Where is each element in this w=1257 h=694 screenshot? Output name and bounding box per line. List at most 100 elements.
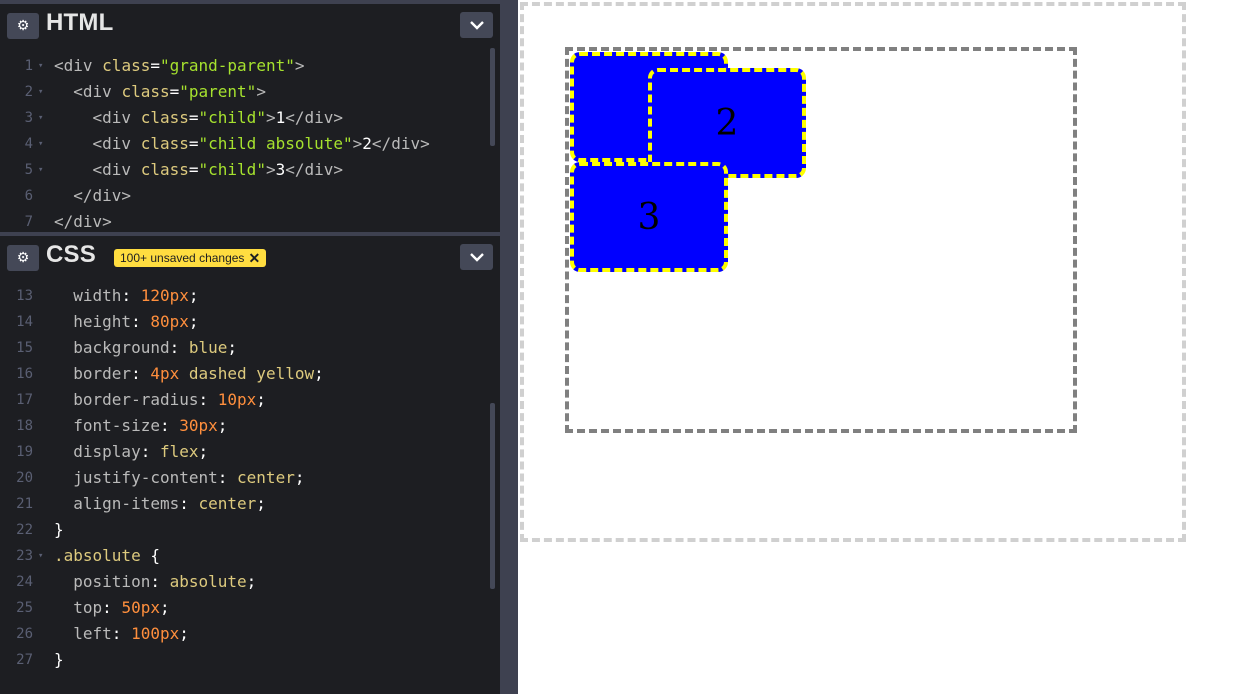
child-3-label: 3: [637, 196, 661, 238]
code-text: left: 100px;: [54, 621, 189, 647]
css-scrollbar[interactable]: [490, 403, 495, 589]
code-token: ;: [314, 364, 324, 383]
code-line[interactable]: 15 background: blue;: [0, 335, 500, 361]
code-token: :: [131, 364, 151, 383]
code-line[interactable]: 2 ▾ <div class="parent">: [0, 79, 500, 105]
code-line[interactable]: 1 ▾ <div class="grand-parent">: [0, 53, 500, 79]
html-code-area[interactable]: 1 ▾ <div class="grand-parent"> 2 ▾ <div clas…: [0, 53, 500, 231]
css-pane-title: CSS: [46, 241, 96, 268]
code-text: border-radius: 10px;: [54, 387, 266, 413]
code-line[interactable]: 21 align-items: center;: [0, 491, 500, 517]
code-text: }: [54, 647, 64, 673]
line-number: 23: [16, 548, 33, 564]
line-number: 25: [16, 600, 33, 616]
code-token: absolute: [169, 572, 247, 591]
result-preview: 2 3: [518, 0, 1257, 694]
child-2-label: 2: [715, 102, 739, 144]
line-number: 2: [24, 84, 33, 100]
child-3-box: 3: [570, 162, 728, 272]
code-line[interactable]: 27}: [0, 647, 500, 673]
code-token: 3: [275, 160, 286, 179]
fold-arrow-icon[interactable]: ▾: [38, 105, 43, 131]
fold-arrow-icon[interactable]: ▾: [38, 543, 43, 569]
code-token: =: [188, 160, 199, 179]
fold-arrow-icon[interactable]: ▾: [38, 53, 43, 79]
line-number: 19: [16, 444, 33, 460]
html-scrollbar[interactable]: [490, 48, 495, 146]
code-token: "parent": [179, 82, 257, 101]
code-text: background: blue;: [54, 335, 237, 361]
code-line[interactable]: 6 </div>: [0, 183, 500, 209]
code-text: font-size: 30px;: [54, 413, 227, 439]
code-line[interactable]: 16 border: 4px dashed yellow;: [0, 361, 500, 387]
code-line[interactable]: 7 </div>: [0, 209, 500, 231]
code-token: border-radius: [54, 390, 199, 409]
collapse-css-button[interactable]: [460, 244, 493, 270]
grand-parent-box: 2 3: [520, 2, 1186, 542]
code-token: >: [256, 82, 266, 101]
code-token: ;: [256, 390, 266, 409]
code-token: ;: [256, 494, 266, 513]
unsaved-changes-badge[interactable]: 100+ unsaved changes ✕: [114, 249, 267, 267]
code-line[interactable]: 18 font-size: 30px;: [0, 413, 500, 439]
gear-icon[interactable]: ⚙: [7, 245, 39, 271]
code-line[interactable]: 3 ▾ <div class="child">1</div>: [0, 105, 500, 131]
code-text: <div class="parent">: [54, 79, 266, 105]
code-token: 1: [275, 108, 286, 127]
code-line[interactable]: 13 width: 120px;: [0, 283, 500, 309]
code-line[interactable]: 23 ▾ .absolute {: [0, 543, 500, 569]
code-line[interactable]: 4 ▾ <div class="child absolute">2</div>: [0, 131, 500, 157]
code-line[interactable]: 26 left: 100px;: [0, 621, 500, 647]
code-token: </div>: [54, 186, 132, 205]
code-token: 2: [362, 134, 372, 153]
css-code-area[interactable]: 13 width: 120px; 14 height: 80px; 15 backg…: [0, 283, 500, 694]
line-number: 17: [16, 392, 33, 408]
code-line[interactable]: 17 border-radius: 10px;: [0, 387, 500, 413]
code-token: 50px: [121, 598, 160, 617]
code-token: display: [54, 442, 141, 461]
code-line[interactable]: 25 top: 50px;: [0, 595, 500, 621]
line-number: 3: [24, 110, 33, 126]
fold-arrow-icon[interactable]: ▾: [38, 157, 43, 183]
gear-icon[interactable]: ⚙: [7, 13, 39, 39]
code-line[interactable]: 22}: [0, 517, 500, 543]
css-pane-header: ⚙ CSS 100+ unsaved changes ✕: [0, 232, 500, 274]
collapse-html-button[interactable]: [460, 12, 493, 38]
code-text: width: 120px;: [54, 283, 199, 309]
code-token: ;: [159, 598, 170, 617]
line-number: 1: [24, 58, 33, 74]
code-token: <div: [54, 108, 141, 127]
code-token: center: [237, 468, 295, 487]
line-number: 24: [16, 574, 33, 590]
code-token: flex: [159, 442, 199, 461]
code-line[interactable]: 19 display: flex;: [0, 439, 500, 465]
close-icon[interactable]: ✕: [248, 251, 260, 265]
code-token: :: [102, 598, 122, 617]
line-number: 26: [16, 626, 33, 642]
code-token: :: [121, 286, 141, 305]
line-number: 14: [16, 314, 33, 330]
code-token: border: [54, 364, 132, 383]
line-number: 6: [24, 188, 33, 204]
code-text: top: 50px;: [54, 595, 170, 621]
html-pane-header: ⚙ HTML: [0, 0, 500, 42]
line-number: 20: [16, 470, 33, 486]
line-number: 4: [24, 136, 33, 152]
pane-resizer[interactable]: [500, 0, 518, 694]
code-line[interactable]: 14 height: 80px;: [0, 309, 500, 335]
code-line[interactable]: 5 ▾ <div class="child">3</div>: [0, 157, 500, 183]
code-token: 10px: [217, 390, 257, 409]
code-line[interactable]: 20 justify-content: center;: [0, 465, 500, 491]
code-token: width: [54, 286, 122, 305]
chevron-down-icon: [469, 20, 484, 30]
line-number: 15: [16, 340, 33, 356]
code-token: ;: [188, 286, 199, 305]
code-line[interactable]: 24 position: absolute;: [0, 569, 500, 595]
fold-arrow-icon[interactable]: ▾: [38, 79, 43, 105]
code-token: :: [179, 494, 199, 513]
code-token: =: [188, 134, 199, 153]
code-token: class: [140, 134, 189, 153]
fold-arrow-icon[interactable]: ▾: [38, 131, 43, 157]
code-token: 120px: [140, 286, 189, 305]
